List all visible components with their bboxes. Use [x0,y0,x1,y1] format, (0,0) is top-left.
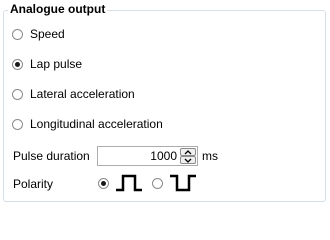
chevron-up-icon [184,150,192,155]
pulse-duration-input[interactable]: 1000 [97,146,198,166]
radio-lap-pulse[interactable]: Lap pulse [12,56,82,72]
radio-label-lap-pulse: Lap pulse [30,57,83,71]
radio-button[interactable] [152,177,163,189]
radio-label-speed: Speed [30,27,65,41]
decrement-button[interactable] [180,156,196,164]
increment-button[interactable] [180,148,196,156]
radio-button[interactable] [12,28,23,40]
polarity-negative-option[interactable] [152,174,199,192]
radio-label-longitudinal-acceleration: Longitudinal acceleration [30,117,163,131]
pulse-duration-label: Pulse duration [13,149,90,163]
chevron-down-icon [184,158,192,163]
polarity-label: Polarity [13,177,54,191]
radio-button[interactable] [12,88,23,100]
pulse-duration-unit: ms [202,149,218,163]
radio-button[interactable] [98,177,109,189]
radio-label-lateral-acceleration: Lateral acceleration [30,87,135,101]
radio-lateral-acceleration[interactable]: Lateral acceleration [12,86,135,102]
radio-button[interactable] [12,58,23,70]
radio-button[interactable] [12,118,23,130]
radio-longitudinal-acceleration[interactable]: Longitudinal acceleration [12,116,163,132]
spin-buttons [180,148,196,164]
group-title: Analogue output [8,2,108,16]
polarity-positive-option[interactable] [98,174,145,192]
positive-pulse-icon [116,174,142,192]
negative-pulse-icon [170,174,196,192]
radio-speed[interactable]: Speed [12,26,65,42]
pulse-duration-value[interactable]: 1000 [150,149,177,163]
